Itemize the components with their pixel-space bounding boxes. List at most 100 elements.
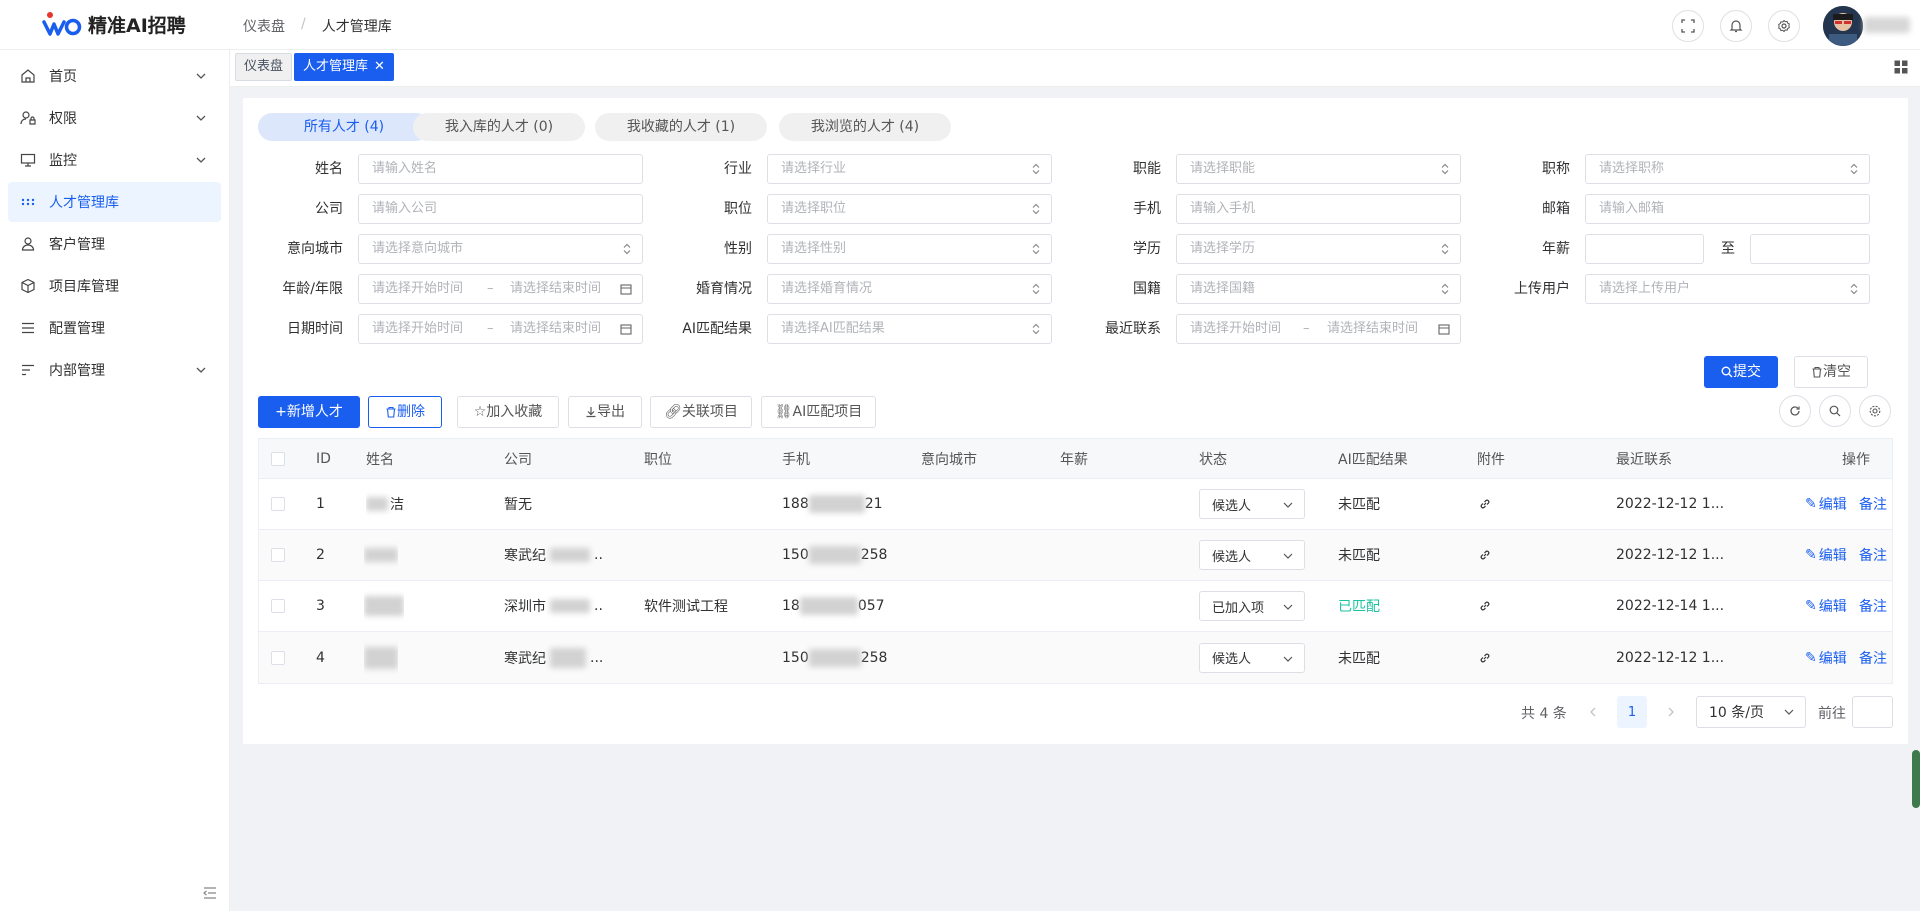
category-favorites[interactable]: 我收藏的人才 (1) (595, 113, 767, 141)
chevron-down-icon (196, 73, 206, 79)
date-start: 请选择开始时间 (372, 321, 464, 336)
pagination-total: 共 4 条 (1521, 706, 1567, 722)
company-prefix: 寒武纪 (504, 650, 546, 667)
tab-talent-library[interactable]: 人才管理库 ✕ (294, 53, 394, 81)
status-select[interactable]: 候选人 (1199, 489, 1305, 519)
col-last-contact: 最近联系 (1616, 451, 1672, 468)
edit-link[interactable]: ✎ 编辑 (1805, 479, 1847, 529)
col-company: 公司 (504, 451, 532, 468)
note-link[interactable]: 备注 (1859, 530, 1887, 580)
gender-select[interactable]: 请选择性别 (767, 234, 1052, 264)
dots-icon (21, 198, 35, 206)
cell-name: 洁 (366, 479, 404, 529)
edit-link[interactable]: ✎ 编辑 (1805, 530, 1847, 580)
salary-min-input[interactable] (1585, 234, 1704, 264)
select-all-checkbox[interactable] (271, 439, 285, 478)
sidebar-item-talent-library[interactable]: 人才管理库 (8, 182, 221, 222)
tab-dashboard[interactable]: 仪表盘 (235, 53, 293, 81)
phone-input[interactable]: 请输入手机 (1176, 194, 1461, 224)
sidebar-item-customers[interactable]: 客户管理 (8, 224, 221, 264)
row-checkbox[interactable] (271, 479, 285, 529)
marriage-select[interactable]: 请选择婚育情况 (767, 274, 1052, 304)
status-select[interactable]: 已加入项 (1199, 591, 1305, 621)
row-checkbox[interactable] (271, 632, 285, 683)
next-page-icon[interactable] (1656, 696, 1686, 728)
function-select[interactable]: 请选择职能 (1176, 154, 1461, 184)
age-range-picker[interactable]: 请选择开始时间 – 请选择结束时间 (358, 274, 643, 304)
phone-prefix: 188 (782, 496, 809, 512)
delete-button[interactable]: 删除 (368, 396, 442, 428)
prev-page-icon[interactable] (1578, 696, 1608, 728)
user-name-blurred[interactable] (1864, 17, 1910, 33)
up-down-icon (1032, 243, 1040, 255)
email-input[interactable]: 请输入邮箱 (1585, 194, 1870, 224)
position-select[interactable]: 请选择职位 (767, 194, 1052, 224)
sidebar-item-home[interactable]: 首页 (8, 56, 221, 96)
chevron-down-icon (1283, 656, 1293, 662)
settings-icon[interactable] (1768, 10, 1800, 42)
city-select[interactable]: 请选择意向城市 (358, 234, 643, 264)
ai-result-select[interactable]: 请选择AI匹配结果 (767, 314, 1052, 344)
refresh-icon[interactable] (1779, 395, 1811, 427)
attachment-link-icon[interactable] (1479, 632, 1491, 683)
bell-icon[interactable] (1720, 10, 1752, 42)
link-project-button[interactable]: 🔗︎关联项目 (650, 396, 752, 428)
row-checkbox[interactable] (271, 530, 285, 580)
education-select[interactable]: 请选择学历 (1176, 234, 1461, 264)
attachment-link-icon[interactable] (1479, 479, 1491, 529)
sidebar-item-monitor[interactable]: 监控 (8, 140, 221, 180)
edit-link[interactable]: ✎ 编辑 (1805, 581, 1847, 631)
search-icon (1721, 366, 1733, 378)
company-input[interactable]: 请输入公司 (358, 194, 643, 224)
breadcrumb-dashboard[interactable]: 仪表盘 (243, 16, 285, 36)
favorite-button[interactable]: ☆加入收藏 (457, 396, 559, 428)
industry-select[interactable]: 请选择行业 (767, 154, 1052, 184)
page-size-select[interactable]: 10 条/页 (1696, 696, 1806, 728)
search-toggle-icon[interactable] (1819, 395, 1851, 427)
sidebar-item-config[interactable]: 配置管理 (8, 308, 221, 348)
ai-match-button[interactable]: ⛓︎AI匹配项目 (761, 396, 876, 428)
category-all[interactable]: 所有人才 (4) (258, 113, 430, 141)
title-select[interactable]: 请选择职称 (1585, 154, 1870, 184)
grid-icon[interactable] (1894, 60, 1908, 74)
add-talent-button[interactable]: +新增人才 (258, 396, 360, 428)
sidebar-item-permissions[interactable]: 权限 (8, 98, 221, 138)
attachment-link-icon[interactable] (1479, 581, 1491, 631)
sidebar-item-projects[interactable]: 项目库管理 (8, 266, 221, 306)
logo[interactable]: 精准AI招聘 (42, 10, 186, 38)
name-input[interactable]: 请输入姓名 (358, 154, 643, 184)
page-1-button[interactable]: 1 (1617, 696, 1647, 728)
uploader-label: 上传用户 (1514, 281, 1570, 297)
goto-page-input[interactable] (1852, 696, 1893, 728)
list-icon (22, 322, 34, 334)
last-contact-range-picker[interactable]: 请选择开始时间 – 请选择结束时间 (1176, 314, 1461, 344)
date-range-picker[interactable]: 请选择开始时间 – 请选择结束时间 (358, 314, 643, 344)
nationality-select[interactable]: 请选择国籍 (1176, 274, 1461, 304)
sidebar-item-internal[interactable]: 内部管理 (8, 350, 221, 390)
fullscreen-icon[interactable] (1672, 10, 1704, 42)
status-select[interactable]: 候选人 (1199, 642, 1305, 673)
column-settings-icon[interactable] (1859, 395, 1891, 427)
salary-max-input[interactable] (1750, 234, 1870, 264)
submit-button[interactable]: 提交 (1704, 356, 1778, 388)
page-scrollbar[interactable] (1912, 750, 1920, 808)
uploader-select[interactable]: 请选择上传用户 (1585, 274, 1870, 304)
cell-name (364, 581, 404, 631)
note-link[interactable]: 备注 (1859, 632, 1887, 683)
row-checkbox[interactable] (271, 581, 285, 631)
clear-button[interactable]: 清空 (1794, 356, 1868, 388)
plus-icon: + (275, 404, 287, 420)
collapse-sidebar-icon[interactable] (202, 885, 218, 901)
user-avatar[interactable] (1823, 6, 1863, 46)
category-viewed[interactable]: 我浏览的人才 (4) (779, 113, 951, 141)
note-link[interactable]: 备注 (1859, 479, 1887, 529)
category-mine[interactable]: 我入库的人才 (0) (413, 113, 585, 141)
export-button[interactable]: 导出 (568, 396, 642, 428)
attachment-link-icon[interactable] (1479, 530, 1491, 580)
status-select[interactable]: 候选人 (1199, 540, 1305, 570)
note-link[interactable]: 备注 (1859, 581, 1887, 631)
edit-link[interactable]: ✎ 编辑 (1805, 632, 1847, 683)
close-icon[interactable]: ✕ (374, 59, 385, 74)
cell-last-contact: 2022-12-14 1... (1616, 598, 1725, 614)
company-prefix: 深圳市 (504, 599, 546, 615)
